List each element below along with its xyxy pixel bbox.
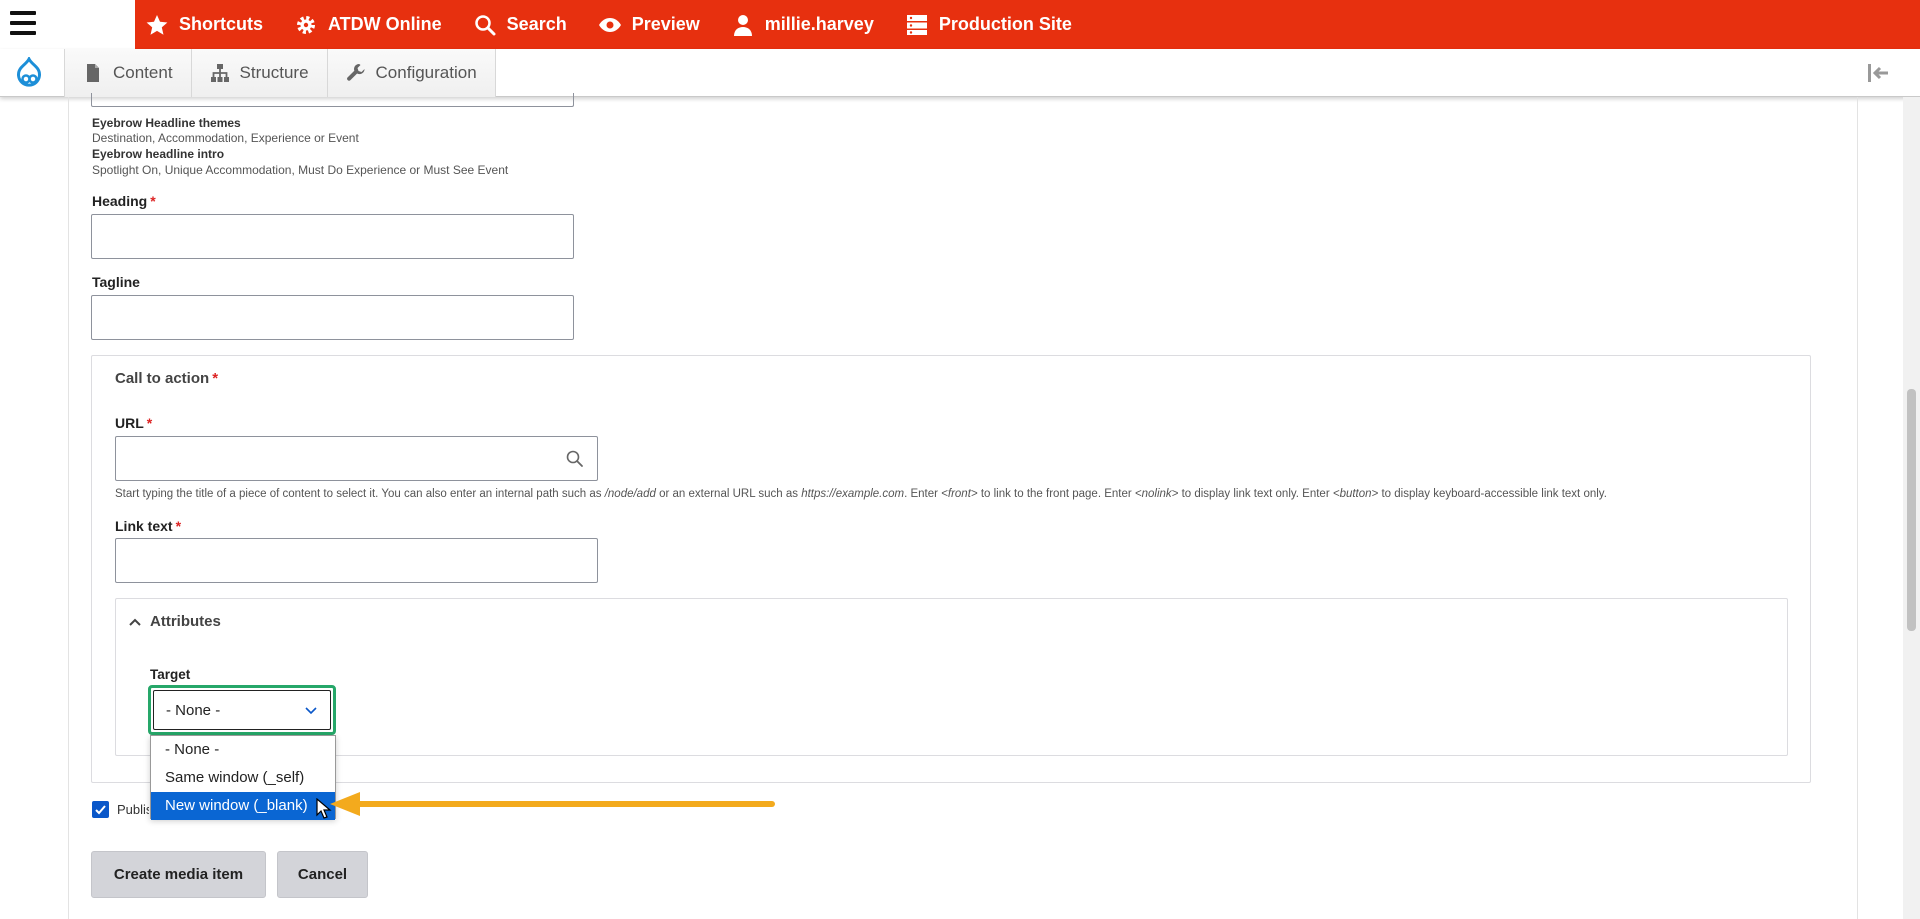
wrench-icon [346,64,365,81]
mouse-cursor-icon [316,798,332,819]
desc-part: <front> [941,488,978,500]
cta-title-text: Call to action [115,370,210,387]
published-checkbox[interactable] [92,801,109,818]
link-text-label-text: Link text [115,518,173,534]
attributes-details [115,598,1788,756]
toolbar-item-label: Search [506,14,567,34]
toolbar-user[interactable]: millie.harvey [731,0,890,49]
target-label: Target [150,667,191,682]
target-option-blank[interactable]: New window (_blank) [151,792,335,820]
eyebrow-themes-title: Eyebrow Headline themes [92,116,241,130]
target-option-self[interactable]: Same window (_self) [151,764,335,792]
eyebrow-intro-title: Eyebrow headline intro [92,147,225,161]
tray-item-label: Structure [239,63,309,82]
published-label: Published [117,802,149,817]
toolbar-item-label: Production Site [938,14,1072,34]
call-to-action-title: Call to action * [115,370,218,387]
heading-label: Heading * [92,193,156,209]
tagline-input[interactable] [91,295,574,340]
autocomplete-search-icon [566,450,583,467]
target-select[interactable]: - None - [148,685,336,735]
admin-toolbar: Shortcuts ATDW Online Search Preview mil… [0,0,1920,49]
attributes-title: Attributes [150,613,221,630]
required-mark: * [150,193,156,209]
target-dropdown: - None - Same window (_self) New window … [150,735,336,820]
annotation-arrow-icon [330,792,775,816]
eye-icon [598,17,621,32]
hamburger-icon[interactable] [10,11,36,37]
eyebrow-intro-text: Spotlight On, Unique Accommodation, Must… [92,163,509,177]
manage-menu-toggle[interactable] [0,0,135,49]
target-option-none[interactable]: - None - [151,736,335,764]
collapse-tray-icon[interactable] [1866,62,1892,84]
document-icon [87,64,99,82]
user-icon [733,14,752,36]
sitemap-icon [210,64,229,82]
toolbar-preview[interactable]: Preview [598,0,716,49]
scrollbar-thumb[interactable] [1907,389,1916,631]
gear-icon [297,15,316,34]
required-mark: * [212,370,219,387]
desc-part: /node/add [604,488,656,500]
chevron-down-icon [305,707,317,715]
star-icon [146,14,168,35]
tray-item-label: Content [113,63,173,82]
heading-label-text: Heading [92,193,148,209]
target-selected-text: - None - [166,701,221,719]
desc-part: to display link text only. Enter [1178,488,1333,500]
desc-part: to display keyboard-accessible link text… [1378,488,1607,500]
required-mark: * [175,518,182,534]
url-label-text: URL [115,415,144,431]
chevron-up-icon [129,618,141,626]
search-icon [474,14,496,35]
tray-content[interactable]: Content [64,49,191,97]
required-mark: * [146,415,153,431]
toolbar-atdw-online[interactable]: ATDW Online [294,0,458,49]
toolbar-item-label: Shortcuts [179,14,264,34]
cancel-button[interactable]: Cancel [277,851,368,898]
drupal-logo-icon[interactable] [12,57,46,91]
desc-part: Start typing the title of a piece of con… [115,488,605,500]
tray-structure[interactable]: Structure [190,49,327,97]
url-label: URL * [115,415,152,431]
url-description: Start typing the title of a piece of con… [115,488,1607,500]
tray-item-label: Configuration [375,63,477,82]
desc-part: https://example.com [801,488,905,500]
tray-configuration[interactable]: Configuration [326,49,496,97]
toolbar-shortcuts[interactable]: Shortcuts [145,0,279,49]
desc-part: <button> [1332,488,1379,500]
eyebrow-themes-text: Destination, Accommodation, Experience o… [92,131,359,145]
url-input[interactable] [115,436,598,481]
link-text-input[interactable] [115,538,598,583]
desc-part: <nolink> [1134,488,1179,500]
desc-part: . Enter [904,488,942,500]
create-media-item-button[interactable]: Create media item [91,851,266,898]
target-select-value[interactable]: - None - [153,690,331,730]
desc-part: to link to the front page. Enter [977,488,1135,500]
page-scrollbar[interactable] [1903,97,1920,919]
toolbar-item-label: ATDW Online [328,14,442,34]
eyebrow-input-partial[interactable] [91,93,574,107]
heading-input[interactable] [91,214,574,259]
link-text-label: Link text * [115,518,181,534]
checkmark-icon [95,805,106,815]
attributes-summary[interactable]: Attributes [128,613,221,630]
toolbar-production-site[interactable]: Production Site [905,0,1088,49]
toolbar-item-label: millie.harvey [764,14,874,34]
desc-part: or an external URL such as [655,488,802,500]
toolbar-item-label: Preview [631,14,700,34]
toolbar-tray: Content Structure Configuration [0,49,1920,97]
server-icon [906,14,927,35]
tagline-label: Tagline [92,274,140,290]
toolbar-search[interactable]: Search [473,0,583,49]
